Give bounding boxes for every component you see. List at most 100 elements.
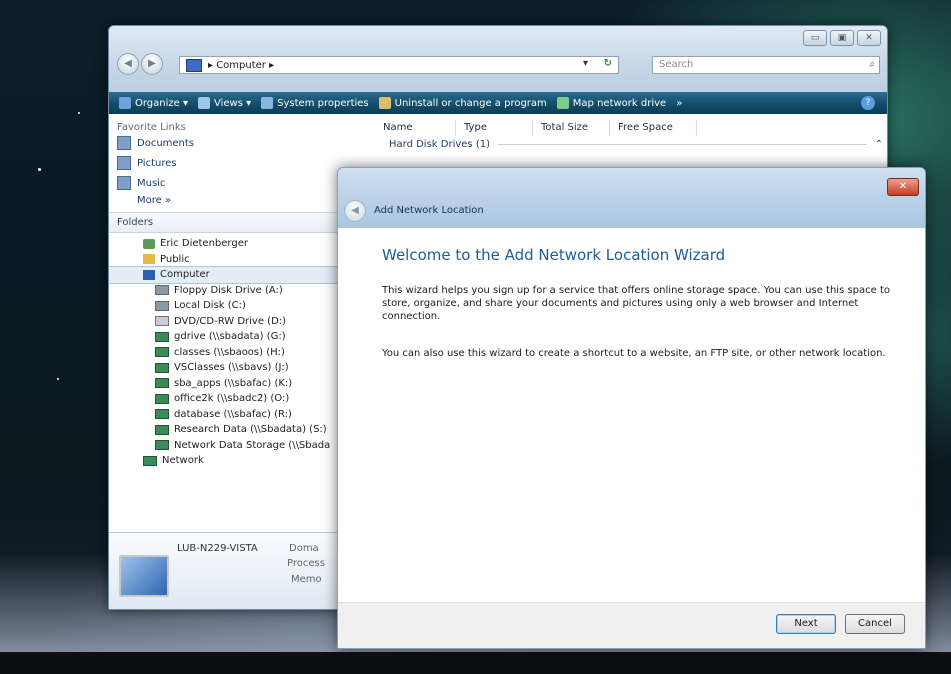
tree-item[interactable]: classes (\\sbaoos) (H:) <box>109 345 344 361</box>
star <box>38 168 41 171</box>
tree-item[interactable]: Eric Dietenberger <box>109 236 344 252</box>
favorite-pictures[interactable]: Pictures <box>109 153 344 173</box>
wizard-paragraph-1: This wizard helps you sign up for a serv… <box>382 285 891 322</box>
more-commands-button[interactable]: » <box>676 98 682 109</box>
net-icon <box>155 347 169 358</box>
maximize-button[interactable]: ▣ <box>830 30 854 46</box>
tree-item[interactable]: Computer <box>109 266 345 284</box>
net-icon <box>155 378 169 389</box>
cancel-button[interactable]: Cancel <box>845 614 905 634</box>
net-icon <box>155 424 169 435</box>
favorite-label: Music <box>137 177 166 189</box>
map-network-drive-button[interactable]: Map network drive <box>556 97 666 109</box>
back-button[interactable]: ◀ <box>344 200 366 222</box>
system-properties-icon <box>261 97 274 109</box>
window-buttons: ▭ ▣ ✕ <box>803 30 881 46</box>
help-icon[interactable]: ? <box>861 96 875 110</box>
map-drive-icon <box>556 97 569 109</box>
group-label: Hard Disk Drives (1) <box>389 139 490 150</box>
dropdown-arrow-icon[interactable]: ▾ <box>583 58 588 69</box>
drive-icon <box>155 285 169 296</box>
views-button[interactable]: Views ▾ <box>198 97 251 109</box>
close-button[interactable]: ✕ <box>857 30 881 46</box>
tree-item[interactable]: Research Data (\\Sbadata) (S:) <box>109 422 344 438</box>
column-name[interactable]: Name <box>375 120 456 136</box>
column-free-space[interactable]: Free Space <box>610 120 697 136</box>
domain-label: Doma <box>289 543 319 554</box>
refresh-icon[interactable]: ↻ <box>604 58 612 69</box>
folders-header[interactable]: Folders <box>109 212 344 233</box>
memory-label: Memo <box>291 574 322 585</box>
favorite-documents[interactable]: Documents <box>109 133 344 153</box>
group-divider <box>497 144 867 145</box>
forward-button[interactable]: ▶ <box>141 53 163 75</box>
tree-item-label: office2k (\\sbadc2) (O:) <box>174 393 290 405</box>
system-properties-label: System properties <box>277 97 369 109</box>
net-icon <box>155 331 169 342</box>
column-total-size[interactable]: Total Size <box>533 120 610 136</box>
tree-item[interactable]: Public <box>109 252 344 268</box>
system-properties-button[interactable]: System properties <box>261 97 369 109</box>
computer-icon <box>186 58 202 72</box>
tree-item-label: gdrive (\\sbadata) (G:) <box>174 331 286 343</box>
command-toolbar: Organize ▾ Views ▾ System properties Uni… <box>109 92 887 114</box>
tree-item[interactable]: Local Disk (C:) <box>109 298 344 314</box>
tree-item[interactable]: sba_apps (\\sbafac) (K:) <box>109 376 344 392</box>
documents-icon <box>117 136 131 150</box>
processor-label: Process <box>287 558 325 569</box>
favorite-label: Documents <box>137 137 195 149</box>
tree-item[interactable]: database (\\sbafac) (R:) <box>109 407 344 423</box>
next-button[interactable]: Next <box>776 614 836 634</box>
tree-item[interactable]: Floppy Disk Drive (A:) <box>109 283 344 299</box>
tree-item-label: Network <box>162 455 204 467</box>
dialog-titlebar: ✕ ◀ Add Network Location <box>338 168 925 228</box>
tree-item[interactable]: Network <box>109 453 344 469</box>
dvd-icon <box>155 316 169 327</box>
tree-item-label: Research Data (\\Sbadata) (S:) <box>174 424 327 436</box>
close-button[interactable]: ✕ <box>887 178 919 196</box>
back-button[interactable]: ◀ <box>117 53 139 75</box>
tree-item[interactable]: VSClasses (\\sbavs) (J:) <box>109 360 344 376</box>
tree-item-label: Public <box>160 253 190 265</box>
pub-icon <box>143 254 155 265</box>
net-icon <box>155 362 169 373</box>
computer-name: LUB-N229-VISTA <box>177 543 258 554</box>
tree-item[interactable]: office2k (\\sbadc2) (O:) <box>109 391 344 407</box>
group-hard-disk-drives[interactable]: Hard Disk Drives (1) ⌃ <box>389 139 883 150</box>
organize-icon <box>119 97 131 109</box>
tree-item[interactable]: gdrive (\\sbadata) (G:) <box>109 329 344 345</box>
dialog-footer: Next Cancel <box>338 602 925 648</box>
navigation-pane: Favorite Links Documents Pictures Music … <box>109 114 345 532</box>
more-links[interactable]: More » <box>109 193 344 206</box>
bottom-band <box>0 652 951 674</box>
organize-label: Organize ▾ <box>135 97 188 109</box>
tree-item-label: VSClasses (\\sbavs) (J:) <box>174 362 289 374</box>
collapse-icon[interactable]: ⌃ <box>875 139 883 150</box>
organize-button[interactable]: Organize ▾ <box>119 97 188 109</box>
search-icon[interactable]: ⌕ <box>869 57 875 73</box>
search-input[interactable]: Search ⌕ <box>652 56 880 74</box>
uninstall-button[interactable]: Uninstall or change a program <box>378 97 547 109</box>
favorite-label: Pictures <box>137 157 177 169</box>
add-network-location-dialog: ✕ ◀ Add Network Location Welcome to the … <box>337 167 926 649</box>
minimize-button[interactable]: ▭ <box>803 30 827 46</box>
tree-item-label: classes (\\sbaoos) (H:) <box>174 346 285 358</box>
comp-icon <box>143 269 155 280</box>
details-pane: LUB-N229-VISTA Doma Process Memo <box>109 532 344 609</box>
computer-icon <box>119 555 169 597</box>
tree-item-label: Floppy Disk Drive (A:) <box>174 284 283 296</box>
explorer-titlebar: ▭ ▣ ✕ ◀ ▶ ▸ Computer ▸ ▾ ↻ Search ⌕ <box>109 26 887 94</box>
column-headers: Name Type Total Size Free Space <box>375 120 697 136</box>
favorite-music[interactable]: Music <box>109 173 344 193</box>
uninstall-label: Uninstall or change a program <box>394 97 547 109</box>
address-bar[interactable]: ▸ Computer ▸ ▾ ↻ <box>179 56 619 74</box>
tree-item[interactable]: DVD/CD-RW Drive (D:) <box>109 314 344 330</box>
tree-item-label: Local Disk (C:) <box>174 300 246 312</box>
column-type[interactable]: Type <box>456 120 533 136</box>
net-icon <box>155 393 169 404</box>
tree-item[interactable]: Network Data Storage (\\Sbada <box>109 438 344 454</box>
favorite-links-header: Favorite Links <box>117 122 186 133</box>
more-commands-label: » <box>676 97 683 109</box>
wizard-paragraph-2: You can also use this wizard to create a… <box>382 348 886 359</box>
views-icon <box>198 97 210 109</box>
